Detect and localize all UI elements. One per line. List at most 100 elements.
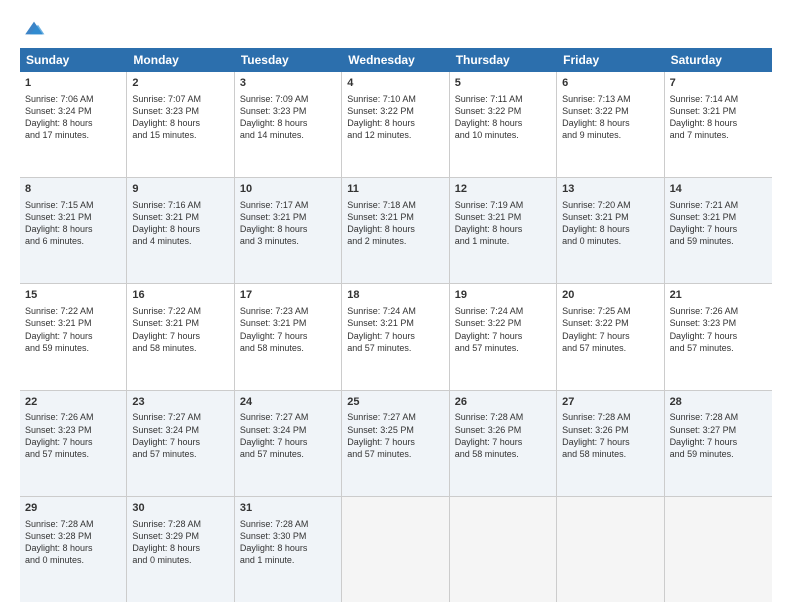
empty-cell	[342, 497, 449, 602]
day-info: and 57 minutes.	[240, 448, 336, 460]
day-info: and 2 minutes.	[347, 235, 443, 247]
day-number: 1	[25, 76, 121, 91]
day-info: Sunrise: 7:25 AM	[562, 305, 658, 317]
day-number: 25	[347, 395, 443, 410]
day-info: Daylight: 7 hours	[670, 223, 767, 235]
day-info: Sunset: 3:21 PM	[240, 211, 336, 223]
day-info: Daylight: 8 hours	[240, 542, 336, 554]
day-info: Sunset: 3:23 PM	[240, 105, 336, 117]
day-info: Sunset: 3:26 PM	[455, 424, 551, 436]
empty-cell	[557, 497, 664, 602]
day-cell-22: 22Sunrise: 7:26 AMSunset: 3:23 PMDayligh…	[20, 391, 127, 496]
day-info: Daylight: 7 hours	[240, 330, 336, 342]
day-info: Sunset: 3:21 PM	[132, 317, 228, 329]
day-info: Sunset: 3:21 PM	[132, 211, 228, 223]
day-info: Sunrise: 7:28 AM	[25, 518, 121, 530]
day-info: and 57 minutes.	[347, 342, 443, 354]
day-cell-19: 19Sunrise: 7:24 AMSunset: 3:22 PMDayligh…	[450, 284, 557, 389]
day-info: Daylight: 7 hours	[25, 436, 121, 448]
day-cell-12: 12Sunrise: 7:19 AMSunset: 3:21 PMDayligh…	[450, 178, 557, 283]
day-info: Sunrise: 7:09 AM	[240, 93, 336, 105]
day-info: Daylight: 8 hours	[455, 117, 551, 129]
day-cell-26: 26Sunrise: 7:28 AMSunset: 3:26 PMDayligh…	[450, 391, 557, 496]
day-info: Daylight: 8 hours	[240, 117, 336, 129]
day-info: Sunset: 3:24 PM	[25, 105, 121, 117]
day-number: 27	[562, 395, 658, 410]
day-cell-31: 31Sunrise: 7:28 AMSunset: 3:30 PMDayligh…	[235, 497, 342, 602]
day-info: Sunset: 3:21 PM	[455, 211, 551, 223]
day-cell-29: 29Sunrise: 7:28 AMSunset: 3:28 PMDayligh…	[20, 497, 127, 602]
day-info: and 7 minutes.	[670, 129, 767, 141]
day-number: 29	[25, 501, 121, 516]
calendar-body: 1Sunrise: 7:06 AMSunset: 3:24 PMDaylight…	[20, 72, 772, 602]
day-info: Daylight: 8 hours	[347, 117, 443, 129]
day-info: and 6 minutes.	[25, 235, 121, 247]
day-cell-20: 20Sunrise: 7:25 AMSunset: 3:22 PMDayligh…	[557, 284, 664, 389]
day-info: Sunset: 3:29 PM	[132, 530, 228, 542]
day-header-wednesday: Wednesday	[342, 48, 449, 72]
day-info: Daylight: 8 hours	[562, 223, 658, 235]
day-info: and 59 minutes.	[25, 342, 121, 354]
day-info: and 58 minutes.	[455, 448, 551, 460]
day-cell-16: 16Sunrise: 7:22 AMSunset: 3:21 PMDayligh…	[127, 284, 234, 389]
day-info: Sunrise: 7:11 AM	[455, 93, 551, 105]
day-info: Sunrise: 7:19 AM	[455, 199, 551, 211]
day-info: and 59 minutes.	[670, 235, 767, 247]
day-info: Daylight: 7 hours	[347, 436, 443, 448]
day-info: Sunrise: 7:13 AM	[562, 93, 658, 105]
day-info: Sunrise: 7:22 AM	[25, 305, 121, 317]
day-info: Daylight: 7 hours	[562, 436, 658, 448]
day-info: and 14 minutes.	[240, 129, 336, 141]
day-header-thursday: Thursday	[450, 48, 557, 72]
day-info: Daylight: 7 hours	[455, 330, 551, 342]
day-info: Daylight: 7 hours	[670, 436, 767, 448]
day-number: 3	[240, 76, 336, 91]
day-info: Daylight: 7 hours	[25, 330, 121, 342]
day-info: Sunset: 3:21 PM	[347, 317, 443, 329]
day-info: Sunset: 3:21 PM	[670, 211, 767, 223]
day-info: Sunset: 3:21 PM	[25, 211, 121, 223]
day-cell-14: 14Sunrise: 7:21 AMSunset: 3:21 PMDayligh…	[665, 178, 772, 283]
day-number: 17	[240, 288, 336, 303]
day-number: 13	[562, 182, 658, 197]
day-info: Sunset: 3:21 PM	[25, 317, 121, 329]
day-number: 28	[670, 395, 767, 410]
day-info: Daylight: 8 hours	[347, 223, 443, 235]
day-info: Sunset: 3:22 PM	[455, 317, 551, 329]
logo-icon	[22, 18, 46, 38]
day-info: Sunrise: 7:24 AM	[347, 305, 443, 317]
calendar-week-5: 29Sunrise: 7:28 AMSunset: 3:28 PMDayligh…	[20, 497, 772, 602]
day-info: Sunset: 3:22 PM	[347, 105, 443, 117]
day-number: 31	[240, 501, 336, 516]
day-number: 20	[562, 288, 658, 303]
day-info: and 59 minutes.	[670, 448, 767, 460]
day-info: and 58 minutes.	[240, 342, 336, 354]
day-cell-24: 24Sunrise: 7:27 AMSunset: 3:24 PMDayligh…	[235, 391, 342, 496]
day-info: Sunrise: 7:20 AM	[562, 199, 658, 211]
day-number: 6	[562, 76, 658, 91]
day-info: Sunset: 3:21 PM	[562, 211, 658, 223]
day-header-sunday: Sunday	[20, 48, 127, 72]
day-info: Daylight: 8 hours	[455, 223, 551, 235]
day-info: and 1 minute.	[240, 554, 336, 566]
day-cell-10: 10Sunrise: 7:17 AMSunset: 3:21 PMDayligh…	[235, 178, 342, 283]
day-info: Sunrise: 7:26 AM	[25, 411, 121, 423]
empty-cell	[450, 497, 557, 602]
day-info: and 9 minutes.	[562, 129, 658, 141]
day-cell-21: 21Sunrise: 7:26 AMSunset: 3:23 PMDayligh…	[665, 284, 772, 389]
day-info: Daylight: 7 hours	[347, 330, 443, 342]
day-info: Sunrise: 7:27 AM	[240, 411, 336, 423]
day-info: Sunrise: 7:14 AM	[670, 93, 767, 105]
calendar-header: SundayMondayTuesdayWednesdayThursdayFrid…	[20, 48, 772, 72]
day-info: Sunrise: 7:17 AM	[240, 199, 336, 211]
day-info: Sunset: 3:24 PM	[132, 424, 228, 436]
page: SundayMondayTuesdayWednesdayThursdayFrid…	[0, 0, 792, 612]
day-cell-27: 27Sunrise: 7:28 AMSunset: 3:26 PMDayligh…	[557, 391, 664, 496]
day-info: Sunrise: 7:07 AM	[132, 93, 228, 105]
day-cell-9: 9Sunrise: 7:16 AMSunset: 3:21 PMDaylight…	[127, 178, 234, 283]
day-number: 22	[25, 395, 121, 410]
day-cell-8: 8Sunrise: 7:15 AMSunset: 3:21 PMDaylight…	[20, 178, 127, 283]
day-info: Sunrise: 7:26 AM	[670, 305, 767, 317]
day-info: Daylight: 7 hours	[132, 436, 228, 448]
day-info: Sunset: 3:23 PM	[25, 424, 121, 436]
